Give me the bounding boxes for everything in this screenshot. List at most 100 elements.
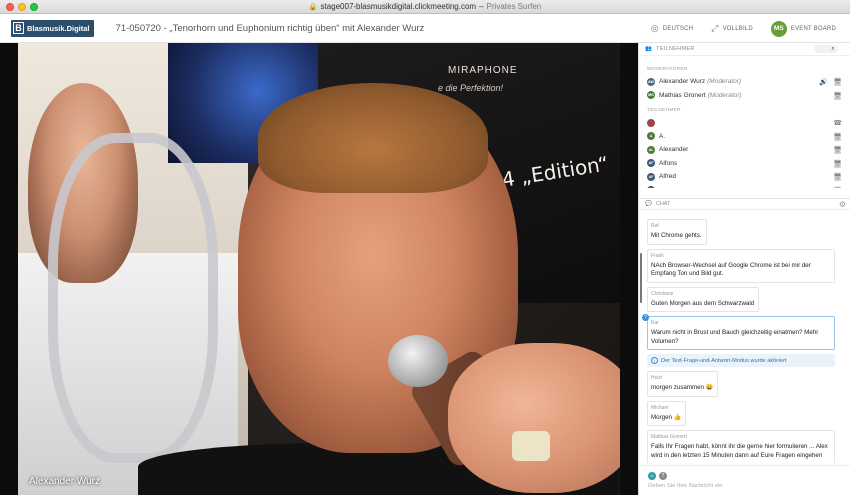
- chat-message: Holzi morgen zusammen 😀: [647, 371, 850, 397]
- event-board-label: EVENT BOARD: [790, 25, 836, 32]
- avatar: AL: [647, 145, 655, 154]
- monitor-icon: 🖥: [833, 174, 842, 181]
- attendee-row[interactable]: ☎: [639, 116, 850, 130]
- participant-role: (Moderator): [707, 78, 742, 86]
- attendee-list[interactable]: ☎ A A. 🖥 AL Alexander 🖥 AF Alfons 🖥 AF Alfred 🖥 🖥: [639, 116, 850, 188]
- participant-name: Alexander: [659, 146, 689, 154]
- brand-logo[interactable]: B Blasmusik.Digital: [11, 19, 94, 37]
- close-window-button[interactable]: [6, 3, 14, 11]
- chat-author: Frank: [651, 252, 664, 259]
- avatar: AW: [647, 77, 655, 86]
- meeting-title: 71-050720 - „Tenorhorn und Euphonium ric…: [115, 22, 425, 34]
- instrument-cork: [512, 431, 550, 461]
- participant-name: Alfons: [659, 159, 678, 167]
- event-board-button[interactable]: MS EVENT BOARD: [770, 20, 836, 37]
- video-stage[interactable]: MIRAPHONE e die Perfektion! 7WL4 „Editio…: [0, 43, 638, 495]
- chat-author: Raf: [651, 223, 659, 229]
- fullscreen-button[interactable]: ⤢ VOLLBILD: [711, 23, 753, 34]
- header-actions: ◎ DEUTSCH ⤢ VOLLBILD MS EVENT BOARD: [651, 14, 836, 43]
- window-titlebar: 🔒 stage007-blasmusikdigital.clickmeeting…: [0, 0, 850, 14]
- chat-bubble: Michael Morgen 👍: [647, 400, 687, 426]
- chat-bubble: Raf Mit Chrome gehts.: [647, 219, 707, 245]
- chat-author: Kar: [651, 320, 659, 326]
- chat-message: Frank NAch Browser-Wechsel auf Google Chr…: [647, 248, 850, 283]
- chat-text: morgen zusammen 😀: [651, 384, 714, 391]
- chat-text: Mit Chrome gehts.: [651, 232, 702, 239]
- logo-text: Blasmusik.Digital: [27, 23, 90, 33]
- notice-text: Der Text-Frage-und-Antwort-Modus wurde a…: [661, 357, 787, 364]
- window-controls: [6, 3, 38, 11]
- background-horn: [48, 133, 218, 463]
- avatar: [647, 118, 655, 127]
- language-button[interactable]: ◎ DEUTSCH: [651, 23, 693, 34]
- host-hand: [448, 343, 620, 493]
- attendee-row[interactable]: AL Alexander 🖥: [639, 143, 850, 157]
- attendee-row[interactable]: AF Alfons 🖥: [639, 157, 850, 171]
- chat-input-field[interactable]: Geben Sie Ihre Nachricht ein: [648, 483, 722, 489]
- emoji-icon[interactable]: ☺: [648, 472, 656, 480]
- chat-bubble: Mathias Gronert Falls Ihr Fragen habt, kö…: [647, 430, 835, 463]
- title-separator: –: [479, 2, 484, 11]
- attendee-row[interactable]: A A. 🖥: [639, 130, 850, 144]
- avatar: A: [647, 132, 655, 141]
- info-icon: i: [651, 357, 658, 364]
- language-label: DEUTSCH: [662, 25, 694, 32]
- phone-icon: ☎: [833, 120, 842, 127]
- question-mode-icon[interactable]: ?: [659, 472, 667, 480]
- chat-message: Mathias Gronert Falls Ihr Fragen habt, kö…: [647, 430, 850, 463]
- host-hair: [258, 83, 488, 193]
- user-avatar: MS: [770, 20, 787, 37]
- chat-author: Mathias Gronert: [651, 434, 687, 440]
- chat-text: Warum nicht in Brust und Bauch gleichzei…: [651, 329, 819, 345]
- private-mode-label: Privates Surfen: [486, 2, 542, 11]
- chat-text: Guten Morgen aus dem Schwarzwald: [651, 299, 755, 307]
- avatar: [647, 186, 655, 188]
- speaker-name: Alexander Wurz: [29, 476, 100, 487]
- video-feed: MIRAPHONE e die Perfektion! 7WL4 „Editio…: [18, 43, 620, 495]
- logo-mark: B: [13, 22, 24, 34]
- monitor-icon: 🖥: [833, 133, 842, 141]
- participants-header[interactable]: 👥 TEILNEHMER ⌕: [639, 43, 850, 56]
- search-icon: ⌕: [831, 45, 835, 52]
- chat-icon: 💬: [645, 201, 652, 207]
- participant-name: Alfred: [659, 173, 676, 181]
- chat-bubble: Frank NAch Browser-Wechsel auf Google Chr…: [647, 248, 835, 283]
- moderator-row[interactable]: AW Alexander Wurz (Moderator) 🔊 🖥: [639, 75, 850, 89]
- fullscreen-label: VOLLBILD: [722, 25, 753, 32]
- poster-slogan: e die Perfektion!: [438, 83, 504, 93]
- moderator-list: AW Alexander Wurz (Moderator) 🔊 🖥 MG Mathias G…: [639, 75, 850, 102]
- chat-header[interactable]: 💬 CHAT ⚙: [639, 198, 850, 210]
- monitor-icon: 🖥: [833, 187, 842, 189]
- monitor-icon: 🖥: [833, 160, 842, 168]
- moderator-row[interactable]: MG Mathias Gronert (Moderator) 🖥: [639, 89, 850, 103]
- attendee-row[interactable]: 🖥: [639, 184, 850, 189]
- attendee-row[interactable]: AF Alfred 🖥: [639, 170, 850, 184]
- qa-mode-notice: i Der Text-Frage-und-Antwort-Modus wurde …: [647, 354, 835, 367]
- monitor-icon: 🖥: [833, 147, 842, 154]
- question-icon: ?: [642, 314, 649, 321]
- avatar: AF: [647, 159, 655, 168]
- expand-icon: ⤢: [711, 23, 719, 33]
- moderators-label: MODERATOREN: [647, 67, 688, 72]
- participants-icon: 👥: [645, 46, 653, 52]
- monitor-icon: 🖥: [833, 79, 842, 86]
- chat-bubble: Holzi morgen zusammen 😀: [647, 371, 719, 397]
- chat-scrollbar[interactable]: [640, 253, 642, 303]
- avatar: MG: [647, 91, 655, 100]
- chat-text: Morgen 👍: [651, 413, 682, 421]
- app-header: B Blasmusik.Digital 71-050720 - „Tenorho…: [0, 14, 850, 43]
- participants-search[interactable]: ⌕: [814, 45, 838, 53]
- chat-messages[interactable]: Raf Mit Chrome gehts. Frank NAch Browser-We…: [639, 211, 850, 463]
- chat-author: Holzi: [651, 375, 663, 381]
- url-text: stage007-blasmusikdigital.clickmeeting.c…: [320, 2, 477, 11]
- attendees-label: TEILNEHMER: [647, 108, 681, 113]
- chat-message: Christiane Guten Morgen aus dem Schwarzwa…: [647, 286, 850, 312]
- chat-author: Michael: [651, 404, 669, 411]
- minimize-window-button[interactable]: [18, 3, 26, 11]
- instrument-mouthpiece: [388, 335, 448, 387]
- gear-icon[interactable]: ⚙: [839, 200, 846, 209]
- maximize-window-button[interactable]: [30, 3, 38, 11]
- speaker-icon: 🔊: [819, 79, 828, 86]
- chat-input-area[interactable]: ☺ ? Geben Sie Ihre Nachricht ein: [639, 465, 850, 495]
- chat-message: Kar Warum nicht in Brust und Bauch gleich…: [642, 314, 850, 350]
